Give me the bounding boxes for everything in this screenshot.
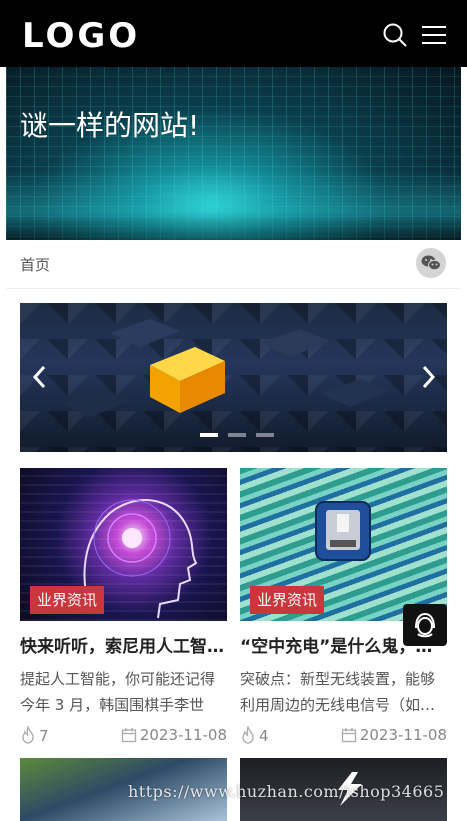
banner-title: 谜一样的网站! — [20, 109, 200, 142]
publish-date: 2023-11-08 — [341, 726, 447, 744]
category-tag[interactable]: 业界资讯 — [30, 586, 105, 614]
carousel-dot[interactable] — [200, 433, 218, 437]
category-tag[interactable]: 业界资讯 — [250, 586, 325, 614]
publish-date: 2023-11-08 — [121, 726, 227, 744]
search-icon[interactable] — [382, 22, 408, 48]
carousel-cube-graphic — [60, 319, 390, 417]
menu-icon[interactable] — [421, 22, 447, 48]
article-summary: 提起人工智能，你可能还记得今年 3 月，韩国围棋手李世乭… — [20, 670, 216, 714]
wechat-icon[interactable] — [416, 248, 446, 278]
carousel-next-button[interactable] — [418, 363, 438, 391]
publish-date-value: 2023-11-08 — [139, 726, 227, 744]
article-thumbnail[interactable]: 业界资讯 — [240, 468, 447, 621]
customer-service-button[interactable] — [403, 604, 447, 646]
carousel-dot[interactable] — [228, 433, 246, 437]
carousel-prev-button[interactable] — [30, 363, 50, 391]
publish-date-value: 2023-11-08 — [359, 726, 447, 744]
carousel-dot[interactable] — [256, 433, 274, 437]
view-count: 4 — [240, 724, 269, 745]
hero-banner: 谜一样的网站! — [6, 67, 461, 240]
article-meta: 4 2023-11-08 — [240, 724, 447, 748]
top-navbar: LOGO — [0, 0, 467, 67]
article-meta: 7 2023-11-08 — [20, 724, 227, 748]
breadcrumb: 首页 — [6, 240, 461, 289]
article-card[interactable]: 业界资讯 快来听听，索尼用人工智能… 提起人工智能，你可能还记得今年 3 月，韩… — [20, 468, 227, 748]
view-count-value: 7 — [39, 727, 49, 745]
view-count: 7 — [20, 724, 49, 745]
banner-glow — [6, 170, 461, 240]
carousel-indicators — [200, 433, 284, 439]
site-logo[interactable]: LOGO — [22, 16, 140, 56]
calendar-icon — [341, 728, 356, 743]
calendar-icon — [121, 728, 136, 743]
fire-icon — [22, 724, 34, 744]
watermark-text: https://www.huzhan.com/ishop34665 — [128, 782, 445, 801]
headset-icon — [415, 612, 435, 638]
view-count-value: 4 — [259, 727, 269, 745]
fire-icon — [242, 724, 254, 744]
article-thumbnail[interactable]: 业界资讯 — [20, 468, 227, 621]
image-carousel[interactable] — [20, 303, 447, 452]
breadcrumb-home[interactable]: 首页 — [20, 254, 50, 275]
article-title[interactable]: 快来听听，索尼用人工智能… — [20, 636, 227, 658]
article-summary: 突破点：新型无线装置，能够利用周边的无线电信号（如… — [240, 670, 436, 714]
